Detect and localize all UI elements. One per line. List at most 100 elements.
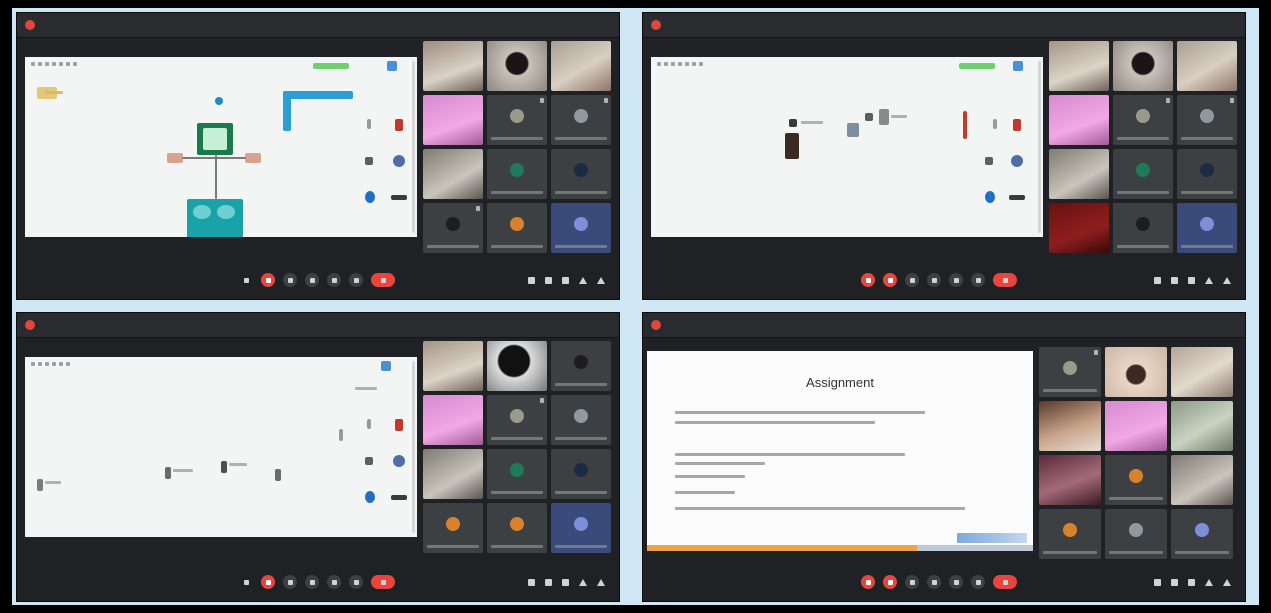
code-panel[interactable] xyxy=(283,91,353,99)
captions-icon[interactable] xyxy=(305,273,319,287)
participant-tile[interactable] xyxy=(1171,455,1233,505)
scrollbar[interactable] xyxy=(412,61,415,233)
code-button[interactable] xyxy=(387,61,397,71)
component[interactable] xyxy=(245,153,261,163)
component[interactable] xyxy=(395,419,403,431)
component[interactable] xyxy=(37,479,43,491)
participant-tile[interactable] xyxy=(1105,455,1167,505)
component[interactable] xyxy=(339,429,343,441)
hang-up-icon[interactable] xyxy=(371,575,395,589)
participant-tile[interactable] xyxy=(551,449,611,499)
component[interactable] xyxy=(367,419,371,429)
component[interactable] xyxy=(391,195,407,200)
code-panel[interactable] xyxy=(283,91,291,131)
activities-icon[interactable] xyxy=(579,578,587,586)
mic-icon[interactable] xyxy=(861,273,875,287)
chat-icon[interactable] xyxy=(562,276,569,284)
activities-icon[interactable] xyxy=(1205,578,1213,586)
participant-tile[interactable] xyxy=(487,41,547,91)
raise-hand-icon[interactable] xyxy=(927,273,941,287)
captions-icon[interactable] xyxy=(305,575,319,589)
component[interactable] xyxy=(367,119,371,129)
camera-icon[interactable] xyxy=(883,273,897,287)
component[interactable] xyxy=(1011,155,1023,167)
more-options-icon[interactable] xyxy=(971,575,985,589)
chat-icon[interactable] xyxy=(562,578,569,586)
captions-icon[interactable] xyxy=(905,273,919,287)
code-button[interactable] xyxy=(381,361,391,371)
participant-tile[interactable] xyxy=(1105,509,1167,559)
participant-tile[interactable] xyxy=(1049,203,1109,253)
camera-icon[interactable] xyxy=(283,273,297,287)
participant-tile[interactable] xyxy=(1177,203,1237,253)
participant-tile[interactable] xyxy=(1177,95,1237,145)
participant-tile[interactable] xyxy=(1177,149,1237,199)
participant-tile[interactable] xyxy=(487,341,547,391)
participant-tile[interactable] xyxy=(1177,41,1237,91)
start-simulation-button[interactable] xyxy=(313,63,349,69)
expand-icon[interactable] xyxy=(239,575,253,589)
participant-tile[interactable] xyxy=(487,95,547,145)
mic-icon[interactable] xyxy=(861,575,875,589)
component[interactable] xyxy=(985,191,995,203)
participant-tile[interactable] xyxy=(423,449,483,499)
host-controls-icon[interactable] xyxy=(597,276,605,284)
component[interactable] xyxy=(391,495,407,500)
present-icon[interactable] xyxy=(349,273,363,287)
people-icon[interactable] xyxy=(545,276,552,284)
component[interactable] xyxy=(789,119,797,127)
participant-tile[interactable] xyxy=(487,503,547,553)
component[interactable] xyxy=(365,157,373,165)
activities-icon[interactable] xyxy=(579,276,587,284)
component[interactable] xyxy=(187,199,243,237)
activities-icon[interactable] xyxy=(1205,276,1213,284)
info-icon[interactable] xyxy=(1154,578,1161,586)
participant-tile[interactable] xyxy=(423,41,483,91)
participant-tile[interactable] xyxy=(487,149,547,199)
participant-tile[interactable] xyxy=(423,395,483,445)
hang-up-icon[interactable] xyxy=(371,273,395,287)
component[interactable] xyxy=(365,457,373,465)
participant-tile[interactable] xyxy=(1049,41,1109,91)
participant-tile[interactable] xyxy=(1039,455,1101,505)
component[interactable] xyxy=(393,155,405,167)
component[interactable] xyxy=(395,119,403,131)
participant-tile[interactable] xyxy=(423,149,483,199)
component[interactable] xyxy=(985,157,993,165)
component[interactable] xyxy=(165,467,171,479)
component[interactable] xyxy=(993,119,997,129)
participant-tile[interactable] xyxy=(551,203,611,253)
info-icon[interactable] xyxy=(1154,276,1161,284)
participant-tile[interactable] xyxy=(423,95,483,145)
host-controls-icon[interactable] xyxy=(1223,578,1231,586)
component[interactable] xyxy=(847,123,859,137)
hang-up-icon[interactable] xyxy=(993,273,1017,287)
info-icon[interactable] xyxy=(528,276,535,284)
participant-tile[interactable] xyxy=(487,203,547,253)
component[interactable] xyxy=(865,113,873,121)
participant-tile[interactable] xyxy=(1039,401,1101,451)
participant-tile[interactable] xyxy=(1105,347,1167,397)
captions-icon[interactable] xyxy=(905,575,919,589)
participant-tile[interactable] xyxy=(1039,509,1101,559)
component[interactable] xyxy=(365,491,375,503)
participant-tile[interactable] xyxy=(487,395,547,445)
participant-tile[interactable] xyxy=(551,95,611,145)
participant-tile[interactable] xyxy=(551,503,611,553)
people-icon[interactable] xyxy=(1171,276,1178,284)
participant-tile[interactable] xyxy=(1113,149,1173,199)
camera-icon[interactable] xyxy=(883,575,897,589)
component[interactable] xyxy=(879,109,889,125)
participant-tile[interactable] xyxy=(1171,509,1233,559)
component[interactable] xyxy=(275,469,281,481)
component[interactable] xyxy=(167,153,183,163)
component[interactable] xyxy=(1013,119,1021,131)
component[interactable] xyxy=(393,455,405,467)
present-icon[interactable] xyxy=(949,273,963,287)
participant-tile[interactable] xyxy=(1049,149,1109,199)
more-options-icon[interactable] xyxy=(971,273,985,287)
chat-icon[interactable] xyxy=(1188,276,1195,284)
chat-icon[interactable] xyxy=(1188,578,1195,586)
participant-tile[interactable] xyxy=(1105,401,1167,451)
code-button[interactable] xyxy=(1013,61,1023,71)
